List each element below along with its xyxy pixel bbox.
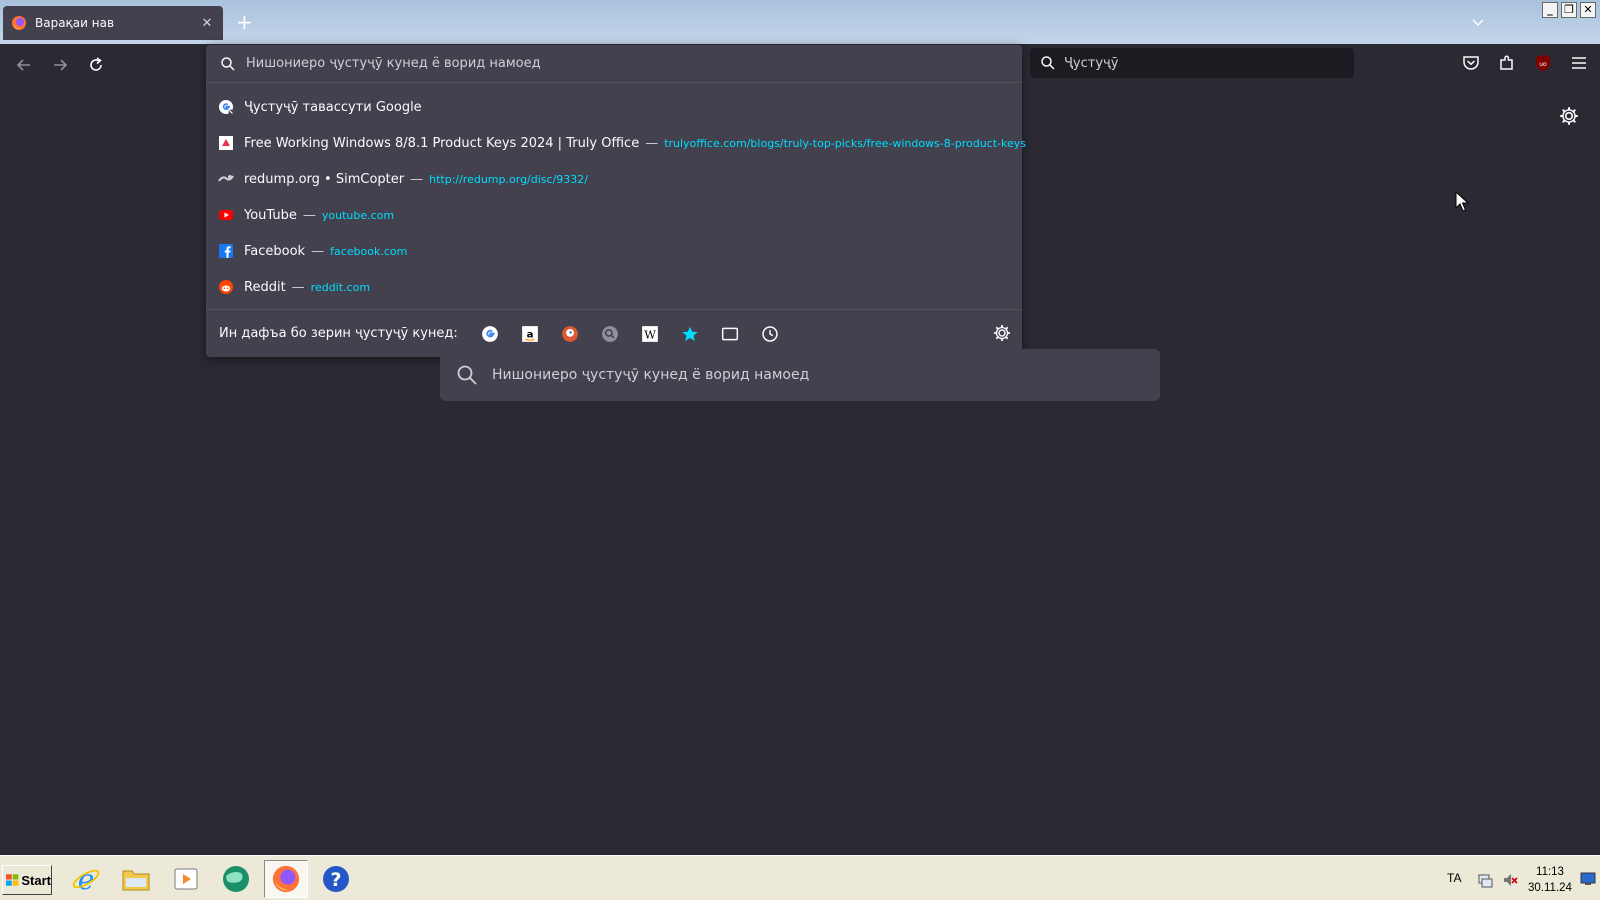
svg-text:?: ?	[330, 869, 341, 891]
language-indicator[interactable]: TA	[1447, 871, 1461, 885]
search-engine-icon[interactable]	[600, 324, 620, 344]
reddit-icon	[219, 280, 233, 294]
result-label: YouTube	[244, 207, 297, 223]
result-url: trulyoffice.com/blogs/truly-top-picks/fr…	[664, 136, 1026, 150]
content-search-box	[440, 349, 1160, 401]
svg-text:a: a	[526, 329, 533, 340]
urlbar	[206, 45, 1022, 83]
page-settings-gear-icon[interactable]	[1558, 105, 1580, 127]
result-row-reddit[interactable]: Reddit — reddit.com	[206, 269, 1022, 305]
content-search-input[interactable]	[492, 367, 1132, 383]
result-label: redump.org • SimCopter	[244, 171, 405, 187]
youtube-icon	[219, 210, 233, 220]
tab-title: Варақаи нав	[35, 16, 115, 30]
mouse-pointer-icon	[1455, 191, 1469, 212]
search-icon	[1041, 56, 1055, 70]
bookmarks-star-icon[interactable]	[680, 324, 700, 344]
search-settings-gear-icon[interactable]	[992, 323, 1012, 343]
volume-muted-icon[interactable]	[1502, 872, 1518, 888]
result-row-redump[interactable]: redump.org • SimCopter — http://redump.o…	[206, 161, 1022, 197]
title-bar: Варақаи нав ✕ + _ ❐ ✕	[0, 0, 1600, 44]
firefox-icon	[12, 16, 26, 30]
tabs-icon[interactable]	[720, 324, 740, 344]
close-window-button[interactable]: ✕	[1580, 2, 1596, 18]
reload-icon[interactable]	[85, 54, 107, 76]
urlbar-input[interactable]	[246, 56, 986, 71]
result-separator: —	[302, 207, 316, 223]
green-globe-icon[interactable]	[214, 860, 258, 898]
search-bar-input[interactable]	[1064, 55, 1334, 71]
search-bar	[1030, 48, 1354, 78]
result-row-trulyoffice[interactable]: Free Working Windows 8/8.1 Product Keys …	[206, 125, 1026, 161]
hamburger-menu-icon[interactable]	[1569, 53, 1589, 73]
result-separator: —	[645, 135, 659, 151]
google-icon	[219, 100, 234, 115]
taskbar: Start e ? TA 11:13 30.11.24	[0, 855, 1600, 900]
internet-explorer-icon[interactable]: e	[64, 860, 108, 898]
search-icon	[221, 56, 235, 71]
pocket-icon[interactable]	[1461, 53, 1481, 73]
result-separator: —	[311, 243, 325, 259]
search-icon	[457, 365, 477, 385]
wikipedia-icon[interactable]: W	[640, 324, 660, 344]
tab-new-tab[interactable]: Варақаи нав ✕	[3, 6, 223, 40]
result-url: youtube.com	[321, 208, 395, 222]
restore-button[interactable]: ❐	[1561, 2, 1577, 18]
media-player-icon[interactable]	[164, 860, 208, 898]
help-icon[interactable]: ?	[314, 860, 358, 898]
result-url: facebook.com	[330, 244, 408, 258]
network-icon[interactable]	[1477, 872, 1493, 888]
back-arrow-icon[interactable]	[13, 54, 35, 76]
result-separator: —	[410, 171, 424, 187]
result-label: Free Working Windows 8/8.1 Product Keys …	[244, 135, 640, 151]
show-desktop-icon[interactable]	[1580, 872, 1596, 886]
duckduckgo-icon[interactable]	[560, 324, 580, 344]
result-row-google-search[interactable]: Ҷустуҷӯ тавассути Google	[206, 89, 1022, 125]
amazon-icon[interactable]: a	[520, 324, 540, 344]
result-url: reddit.com	[310, 280, 371, 294]
file-explorer-icon[interactable]	[114, 860, 158, 898]
result-row-facebook[interactable]: Facebook — facebook.com	[206, 233, 1022, 269]
urlbar-popup: Ҷустуҷӯ тавассути Google Free Working Wi…	[206, 45, 1026, 357]
google-icon[interactable]	[480, 324, 500, 344]
ublock-origin-icon[interactable]: uo	[1533, 53, 1553, 73]
result-label: Reddit	[244, 279, 286, 295]
clock[interactable]: 11:13 30.11.24	[1526, 864, 1574, 896]
urlbar-results: Ҷустуҷӯ тавассути Google Free Working Wi…	[206, 89, 1026, 305]
clock-time: 11:13	[1536, 866, 1564, 878]
minimize-button[interactable]: _	[1542, 2, 1558, 18]
start-button[interactable]: Start	[2, 865, 52, 895]
clock-date: 30.11.24	[1528, 882, 1572, 894]
list-all-tabs-icon[interactable]	[1468, 12, 1488, 32]
facebook-icon	[219, 244, 233, 258]
svg-text:uo: uo	[1539, 61, 1547, 68]
new-tab-button[interactable]: +	[236, 11, 253, 33]
result-separator: —	[291, 279, 305, 295]
result-label: Facebook	[244, 243, 306, 259]
history-clock-icon[interactable]	[760, 324, 780, 344]
start-label: Start	[21, 872, 51, 888]
forward-arrow-icon[interactable]	[49, 54, 71, 76]
tab-close-icon[interactable]: ✕	[199, 16, 215, 31]
extensions-puzzle-icon[interactable]	[1497, 53, 1517, 73]
svg-text:e: e	[78, 864, 95, 894]
windows-flag-icon	[6, 873, 19, 886]
trulyoffice-icon	[219, 136, 233, 150]
result-url: http://redump.org/disc/9332/	[429, 172, 588, 186]
result-row-youtube[interactable]: YouTube — youtube.com	[206, 197, 1022, 233]
svg-text:W: W	[644, 328, 656, 341]
result-label: Ҷустуҷӯ тавассути Google	[244, 99, 422, 115]
one-off-label: Ин дафъа бо зерин ҷустуҷӯ кунед:	[219, 326, 458, 341]
redump-icon	[218, 175, 234, 182]
firefox-icon[interactable]	[264, 860, 308, 898]
window-controls: _ ❐ ✕	[1542, 2, 1596, 18]
